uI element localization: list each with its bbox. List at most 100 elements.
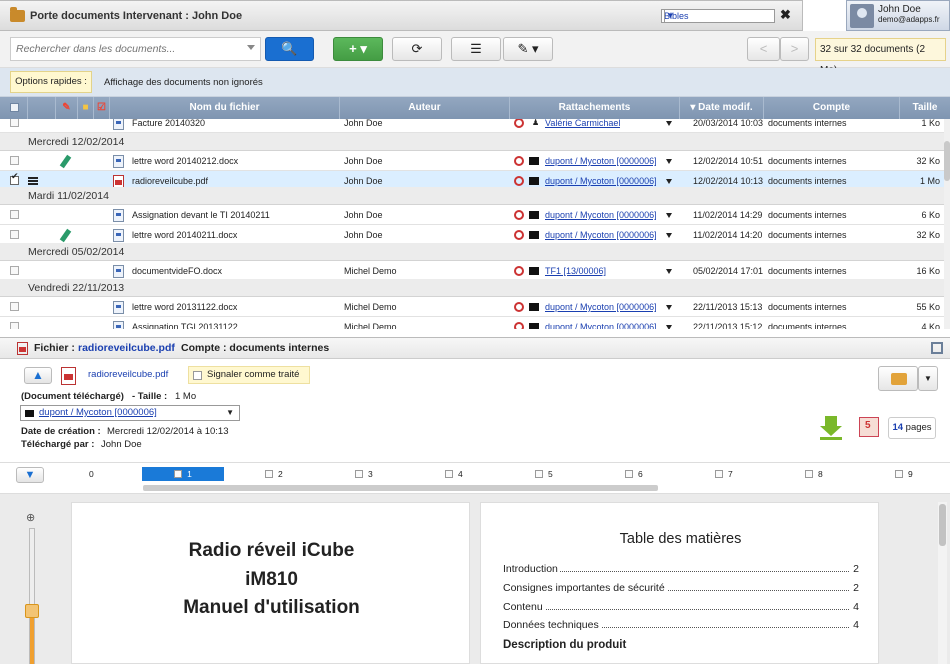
header-attachments[interactable]: Rattachements bbox=[510, 97, 680, 119]
chevron-down-icon[interactable]: ▼ bbox=[664, 10, 676, 22]
mark-button[interactable]: ✎ ▾ bbox=[503, 37, 553, 61]
note-icon[interactable]: ■ bbox=[78, 97, 94, 119]
page-checkbox[interactable] bbox=[625, 470, 633, 478]
viewer-scrollbar[interactable] bbox=[938, 502, 947, 664]
page-thumb-7[interactable]: 7 bbox=[715, 467, 733, 481]
chevron-down-icon[interactable]: ▼ bbox=[226, 406, 234, 420]
row-checkbox[interactable] bbox=[10, 266, 19, 275]
page-checkbox[interactable] bbox=[355, 470, 363, 478]
menu-icon[interactable] bbox=[28, 177, 38, 185]
list-menu-button[interactable]: ☰ bbox=[451, 37, 501, 61]
search-box[interactable] bbox=[10, 37, 261, 61]
header-filename[interactable]: Nom du fichier bbox=[110, 97, 340, 119]
page-thumb-9[interactable]: 9 bbox=[895, 467, 913, 481]
prev-page-button[interactable]: < bbox=[747, 37, 780, 61]
page-thumb-2[interactable]: 2 bbox=[265, 467, 283, 481]
close-icon[interactable]: ✖ bbox=[780, 7, 791, 23]
table-row[interactable]: lettre word 20140212.docx John Doe dupon… bbox=[0, 151, 944, 171]
page-checkbox[interactable] bbox=[535, 470, 543, 478]
page-thumb-3[interactable]: 3 bbox=[355, 467, 373, 481]
search-input[interactable] bbox=[16, 43, 236, 55]
attachment-link[interactable]: dupont / Mycoton [0000006] bbox=[545, 297, 657, 317]
page-thumb-1[interactable]: 1 bbox=[142, 467, 224, 481]
chevron-down-icon[interactable] bbox=[666, 269, 672, 274]
mark-processed-toggle[interactable]: Signaler comme traité bbox=[188, 366, 310, 384]
unlink-icon[interactable] bbox=[514, 156, 524, 166]
mark-processed-checkbox[interactable] bbox=[193, 371, 202, 380]
add-button[interactable]: + ▾ bbox=[333, 37, 383, 61]
chevron-down-icon[interactable] bbox=[666, 325, 672, 329]
file-name[interactable]: Assignation TGI 20131122 bbox=[132, 317, 238, 329]
refresh-button[interactable]: ⟳ bbox=[392, 37, 442, 61]
page-checkbox[interactable] bbox=[895, 470, 903, 478]
page-checkbox[interactable] bbox=[174, 470, 183, 478]
chevron-down-icon[interactable] bbox=[666, 305, 672, 310]
table-row[interactable]: Facture 20140320 John Doe ♟ Valérie Carm… bbox=[0, 119, 944, 133]
attachment-link[interactable]: dupont / Mycoton [0000006] bbox=[545, 225, 657, 245]
table-row[interactable]: lettre word 20131122.docx Michel Demo du… bbox=[0, 297, 944, 317]
checked-icon[interactable]: ☑ bbox=[94, 97, 110, 119]
pen-icon[interactable]: ✎ bbox=[56, 97, 78, 119]
chevron-down-icon[interactable] bbox=[666, 179, 672, 184]
page-thumb-5[interactable]: 5 bbox=[535, 467, 553, 481]
page-thumb-4[interactable]: 4 bbox=[445, 467, 463, 481]
unlink-icon[interactable] bbox=[514, 176, 524, 186]
table-row[interactable]: Assignation devant le TI 20140211 John D… bbox=[0, 205, 944, 225]
page-checkbox[interactable] bbox=[715, 470, 723, 478]
chevron-down-icon[interactable] bbox=[666, 159, 672, 164]
file-name[interactable]: lettre word 20140211.docx bbox=[132, 225, 237, 245]
list-scrollbar[interactable] bbox=[944, 119, 950, 329]
open-folder-button[interactable] bbox=[878, 366, 918, 391]
unlink-icon[interactable] bbox=[514, 119, 524, 128]
unlink-icon[interactable] bbox=[514, 230, 524, 240]
file-name[interactable]: lettre word 20140212.docx bbox=[132, 151, 238, 171]
chevron-down-icon[interactable] bbox=[666, 233, 672, 238]
header-account[interactable]: Compte bbox=[764, 97, 900, 119]
attachment-link[interactable]: dupont / Mycoton [0000006] bbox=[545, 317, 657, 329]
page-thumb-8[interactable]: 8 bbox=[805, 467, 823, 481]
open-options-button[interactable]: ▼ bbox=[918, 366, 938, 391]
page-checkbox[interactable] bbox=[265, 470, 273, 478]
chevron-down-icon[interactable] bbox=[666, 121, 672, 126]
unlink-icon[interactable] bbox=[514, 302, 524, 312]
table-row[interactable]: Assignation TGI 20131122 Michel Demo dup… bbox=[0, 317, 944, 329]
select-all-checkbox[interactable] bbox=[10, 103, 19, 112]
attachment-select[interactable]: dupont / Mycoton [0000006] ▼ bbox=[20, 405, 240, 421]
chevron-down-icon[interactable] bbox=[247, 45, 255, 50]
zoom-icon[interactable]: ⊕ bbox=[26, 511, 35, 524]
zoom-slider-handle[interactable] bbox=[25, 604, 39, 618]
row-checkbox[interactable] bbox=[10, 302, 19, 311]
header-select-all[interactable] bbox=[0, 97, 28, 119]
row-checkbox[interactable] bbox=[10, 230, 19, 239]
file-name[interactable]: Facture 20140320 bbox=[132, 119, 205, 133]
file-name[interactable]: lettre word 20131122.docx bbox=[132, 297, 237, 317]
header-date[interactable]: ▾ Date modif. bbox=[680, 97, 764, 119]
file-name[interactable]: Assignation devant le TI 20140211 bbox=[132, 205, 270, 225]
page-thumb-0[interactable]: 0 bbox=[89, 467, 94, 481]
search-button[interactable]: 🔍 bbox=[265, 37, 314, 61]
page-checkbox[interactable] bbox=[445, 470, 453, 478]
row-checkbox[interactable] bbox=[10, 322, 19, 329]
attachment-link[interactable]: dupont / Mycoton [0000006] bbox=[545, 151, 657, 171]
bibles-select[interactable]: Bibles ▼ bbox=[661, 9, 775, 23]
attachment-link[interactable]: TF1 [13/00006] bbox=[545, 261, 606, 281]
page-strip-scrollbar[interactable] bbox=[143, 485, 658, 491]
file-link[interactable]: radioreveilcube.pdf bbox=[88, 369, 168, 380]
page-thumb-6[interactable]: 6 bbox=[625, 467, 643, 481]
file-name-title[interactable]: radioreveilcube.pdf bbox=[78, 338, 175, 358]
row-checkbox[interactable] bbox=[10, 171, 19, 185]
row-checkbox[interactable] bbox=[10, 119, 19, 127]
table-row[interactable]: documentvideFO.docx Michel Demo TF1 [13/… bbox=[0, 261, 944, 281]
next-page-button[interactable]: > bbox=[780, 37, 809, 61]
quick-options-button[interactable]: Options rapides : bbox=[10, 71, 92, 93]
attachment-link[interactable]: dupont / Mycoton [0000006] bbox=[545, 205, 657, 225]
table-row[interactable]: lettre word 20140211.docx John Doe dupon… bbox=[0, 225, 944, 245]
unlink-icon[interactable] bbox=[514, 266, 524, 276]
row-checkbox[interactable] bbox=[10, 210, 19, 219]
row-checkbox[interactable] bbox=[10, 156, 19, 165]
expand-down-button[interactable]: ▼ bbox=[16, 467, 44, 483]
header-size[interactable]: Taille bbox=[900, 97, 950, 119]
collapse-up-button[interactable]: ▲ bbox=[24, 367, 52, 384]
expand-icon[interactable] bbox=[931, 342, 943, 354]
unlink-icon[interactable] bbox=[514, 322, 524, 329]
